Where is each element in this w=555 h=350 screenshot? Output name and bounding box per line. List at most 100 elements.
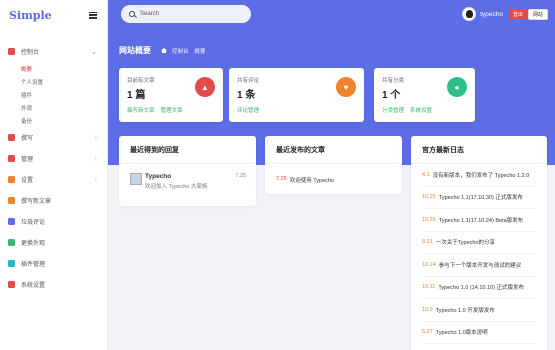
log-date: 10.14 xyxy=(422,261,436,268)
stat-card-categories: 共有分类 1 个 分类管理 系统设置 ● xyxy=(374,68,475,122)
sidebar-subitem[interactable]: 个人设置 xyxy=(21,75,107,88)
chevron-right-icon[interactable]: › xyxy=(95,134,97,141)
chevron-right-icon[interactable]: › xyxy=(95,155,97,162)
settings-icon xyxy=(8,176,15,183)
comment-text[interactable]: 欢迎加入 Typecho 大家族 xyxy=(145,182,207,190)
post-title[interactable]: 欢迎使用 Typecho xyxy=(290,176,334,184)
breadcrumb-item: 概要 xyxy=(194,48,206,55)
stat-card-posts: 目前有文章 1 篇 撰写新文章 管理文章 ▲ xyxy=(119,68,223,122)
sidebar-item[interactable]: 撰写 › xyxy=(0,127,107,148)
card-title: 最近得到的回复 xyxy=(119,136,256,164)
log-title[interactable]: Typecho 1.0 (14.10.10) 正式版发布 xyxy=(438,283,524,291)
edit-icon xyxy=(8,134,15,141)
sidebar-item-label: 更换外观 xyxy=(21,241,46,247)
official-log-card: 官方最新日志 4.1 没有新版本，我们发布了 Typecho 1.2.0 10.25… xyxy=(411,136,547,350)
log-title[interactable]: 参与下一个版本开发与测试的建议 xyxy=(439,261,522,269)
chevron-right-icon[interactable]: › xyxy=(95,176,97,183)
log-date: 8.21 xyxy=(422,239,433,246)
theme-icon xyxy=(8,239,15,246)
brand-logo[interactable]: Simple xyxy=(9,9,52,22)
log-date: 10.26 xyxy=(422,216,436,223)
new-post-icon xyxy=(8,197,15,204)
top-header: Search typecho 登出 网站 xyxy=(108,0,555,30)
thumb-up-icon: ▲ xyxy=(195,77,215,97)
sidebar-subitem[interactable]: 备份 xyxy=(21,114,107,127)
log-title[interactable]: 没有新版本，我们发布了 Typecho 1.2.0 xyxy=(433,171,530,179)
list-item[interactable]: 10.11 Typecho 1.0 (14.10.10) 正式版发布 xyxy=(422,277,536,299)
recent-posts-card: 最近发布的文章 7.25 欢迎使用 Typecho xyxy=(265,136,402,194)
avatar xyxy=(130,173,142,185)
comment-author[interactable]: Typecho xyxy=(145,173,207,180)
manage-categories-link[interactable]: 分类管理 xyxy=(382,106,404,114)
list-item[interactable]: Typecho 欢迎加入 Typecho 大家族 7.25 xyxy=(119,164,256,190)
sidebar-item[interactable]: 控制台 ⌄ xyxy=(0,41,107,62)
page-heading: 网站概要 控制台 概要 xyxy=(119,45,212,56)
logout-button[interactable]: 登出 xyxy=(508,9,527,20)
plugin-icon xyxy=(8,260,15,267)
log-date: 10.9 xyxy=(422,306,433,313)
sidebar-item[interactable]: 设置 › xyxy=(0,169,107,190)
list-item[interactable]: 10.26 Typecho 1.1(17.10.24) Beta版发布 xyxy=(422,209,536,232)
system-icon xyxy=(8,281,15,288)
sidebar-item[interactable]: 管理 › xyxy=(0,148,107,169)
sidebar-item[interactable]: 系统设置 xyxy=(0,274,107,295)
like-icon: ♥ xyxy=(336,77,356,97)
sidebar-item-label: 插件管理 xyxy=(21,262,46,268)
sidebar-nav: 控制台 ⌄ 概要 个人设置 插件 外观 备份撰写 › 管理 › 设置 › 撰写新文章 垃圾评论更换外观插件… xyxy=(0,41,107,295)
site-button[interactable]: 网站 xyxy=(527,9,548,20)
sidebar-item[interactable]: 撰写新文章 xyxy=(0,190,107,211)
log-title[interactable]: 一次关于Typecho的分享 xyxy=(436,238,495,246)
sidebar-item-label: 管理 xyxy=(21,157,34,163)
user-menu[interactable]: typecho xyxy=(462,7,503,21)
log-title[interactable]: Typecho 1.1(17.10.24) Beta版发布 xyxy=(439,216,523,224)
log-date: 4.1 xyxy=(422,171,430,178)
page-title: 网站概要 xyxy=(119,46,151,55)
search-icon xyxy=(129,11,135,17)
sidebar-subitem[interactable]: 概要 xyxy=(21,62,107,75)
spam-icon xyxy=(8,218,15,225)
sidebar-item[interactable]: 插件管理 xyxy=(0,253,107,274)
list-item[interactable]: 8.21 一次关于Typecho的分享 xyxy=(422,232,536,254)
log-title[interactable]: Typecho 1.0版本说明 xyxy=(436,328,488,336)
manage-comments-link[interactable]: 评论管理 xyxy=(237,106,259,114)
search-placeholder: Search xyxy=(140,11,160,17)
breadcrumb-item[interactable]: 控制台 xyxy=(172,47,189,55)
avatar[interactable] xyxy=(462,7,477,21)
chat-icon: ● xyxy=(447,77,467,97)
sidebar-subitem[interactable]: 外观 xyxy=(21,101,107,114)
write-post-link[interactable]: 撰写新文章 xyxy=(127,106,155,114)
log-title[interactable]: Typecho 1.0 开发版发布 xyxy=(436,306,495,314)
list-item[interactable]: 5.27 Typecho 1.0版本说明 xyxy=(422,322,536,344)
sidebar-subitem[interactable]: 插件 xyxy=(21,88,107,101)
card-title: 最近发布的文章 xyxy=(265,136,402,164)
official-log-list: 4.1 没有新版本，我们发布了 Typecho 1.2.0 10.25 Typecho… xyxy=(411,164,547,344)
chevron-down-icon[interactable]: ⌄ xyxy=(91,48,97,56)
list-item[interactable]: 10.14 参与下一个版本开发与测试的建议 xyxy=(422,254,536,277)
list-item[interactable]: 4.1 没有新版本，我们发布了 Typecho 1.2.0 xyxy=(422,164,536,187)
sidebar: Simple 控制台 ⌄ 概要 个人设置 插件 外观 备份撰写 › 管理 › 设置 › 撰写新文章 垃圾评… xyxy=(0,0,108,350)
list-item[interactable]: 10.25 Typecho 1.1(17.10.30) 正式版发布 xyxy=(422,187,536,209)
menu-toggle-icon[interactable] xyxy=(89,11,97,19)
recent-comments-card: 最近得到的回复 Typecho 欢迎加入 Typecho 大家族 7.25 xyxy=(119,136,256,206)
system-settings-link[interactable]: 系统设置 xyxy=(410,106,432,114)
dashboard-icon xyxy=(8,48,15,55)
sidebar-item-label: 撰写 xyxy=(21,136,34,142)
log-title[interactable]: Typecho 1.1(17.10.30) 正式版发布 xyxy=(439,193,523,201)
manage-icon xyxy=(8,155,15,162)
sidebar-item-label: 控制台 xyxy=(21,50,40,56)
card-title: 官方最新日志 xyxy=(411,136,547,164)
post-date: 7.25 xyxy=(276,176,287,182)
brand-bar: Simple xyxy=(0,0,107,30)
list-item[interactable]: 7.25 欢迎使用 Typecho xyxy=(265,164,402,184)
sidebar-item-label: 设置 xyxy=(21,178,34,184)
search-input[interactable]: Search xyxy=(121,5,251,23)
username[interactable]: typecho xyxy=(480,11,503,18)
sidebar-item[interactable]: 垃圾评论 xyxy=(0,211,107,232)
home-icon[interactable] xyxy=(161,48,167,53)
sidebar-item[interactable]: 更换外观 xyxy=(0,232,107,253)
log-date: 10.25 xyxy=(422,194,436,201)
manage-posts-link[interactable]: 管理文章 xyxy=(161,106,183,114)
list-item[interactable]: 10.9 Typecho 1.0 开发版发布 xyxy=(422,299,536,322)
sidebar-item-label: 系统设置 xyxy=(21,283,46,289)
breadcrumb: 控制台 概要 xyxy=(161,47,212,55)
